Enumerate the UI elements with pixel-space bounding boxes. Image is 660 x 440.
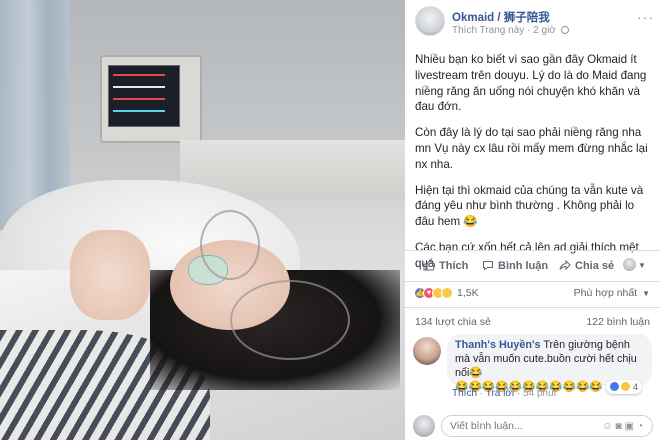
comment-bubble-icon — [483, 261, 493, 271]
emoji-icon[interactable]: ☺ — [602, 421, 615, 432]
comment-reactions[interactable]: 4 — [605, 380, 642, 394]
comment-reaction-count: 4 — [632, 382, 638, 392]
page-avatar[interactable] — [415, 6, 445, 36]
commenter-avatar[interactable] — [413, 337, 441, 365]
reaction-count[interactable]: 1,5K — [457, 287, 479, 299]
divider — [405, 307, 660, 308]
photo-monitor-screen — [108, 65, 180, 127]
monitor-trace — [113, 74, 165, 76]
globe-icon — [560, 26, 569, 34]
comment-count[interactable]: 122 bình luận — [586, 316, 650, 328]
post-photo[interactable] — [0, 0, 405, 440]
post-panel: Okmaid / 狮子陪我 Thích Trang này · 2 giờ ··… — [405, 0, 660, 440]
photo-hand — [70, 230, 150, 320]
reactions-summary[interactable]: 👍 ♥ 1,5K Phù hợp nhất ▼ — [405, 285, 660, 305]
comment-time[interactable]: 54 phút — [523, 388, 556, 399]
post-as-selector[interactable]: ▼ — [623, 258, 646, 271]
chevron-down-icon: ▼ — [638, 261, 646, 270]
share-button[interactable]: Chia sẻ — [559, 259, 614, 272]
more-options-icon[interactable]: ··· — [637, 9, 654, 25]
comment-author[interactable]: Thanh's Huyền's — [455, 339, 541, 351]
post-time[interactable]: 2 giờ — [533, 25, 556, 36]
like-button-label: Thích — [439, 260, 469, 272]
sort-comments-dropdown[interactable]: Phù hợp nhất ▼ — [574, 287, 650, 299]
share-count[interactable]: 134 lượt chia sẻ — [415, 316, 491, 328]
comment-item: Thanh's Huyền's Trên giường bệnh mà vẫn … — [405, 334, 660, 404]
comment-reply-link[interactable]: Trả lời — [486, 388, 514, 399]
post-body: Nhiều bạn ko biết vì sao gần đây Okmaid … — [415, 52, 653, 282]
haha-reaction-icon — [621, 382, 631, 391]
sort-label: Phù hợp nhất — [573, 287, 638, 299]
comment-bubble: Thanh's Huyền's Trên giường bệnh mà vẫn … — [447, 334, 652, 393]
share-arrow-icon — [559, 259, 571, 271]
photo-tube — [200, 210, 260, 280]
comment-button[interactable]: Bình luận — [482, 259, 548, 272]
composer-tools: ☺◙▣◔ — [602, 421, 646, 432]
wow-reaction-icon — [441, 287, 453, 299]
monitor-trace — [113, 110, 165, 112]
like-button[interactable]: Thích — [423, 259, 468, 272]
gif-icon[interactable]: ▣ — [625, 421, 637, 432]
monitor-trace — [113, 86, 165, 88]
comment-composer: ☺◙▣◔ — [405, 412, 660, 440]
chevron-down-icon: ▼ — [642, 289, 650, 298]
post-actions: Thích Bình luận Chia sẻ ▼ — [405, 254, 660, 278]
camera-icon[interactable]: ◙ — [615, 421, 624, 432]
post-paragraph: Còn đây là lý do tại sao phải niềng răng… — [415, 126, 648, 171]
share-button-label: Chia sẻ — [575, 260, 615, 272]
like-page-link[interactable]: Thích Trang này — [452, 25, 524, 36]
viewer-avatar — [623, 258, 636, 271]
monitor-trace — [113, 98, 165, 100]
divider — [405, 281, 660, 282]
post-meta: Thích Trang này · 2 giờ — [452, 25, 569, 36]
divider — [405, 250, 660, 251]
meta-separator: · — [527, 25, 531, 36]
photo-tube — [230, 280, 350, 360]
post-header: Okmaid / 狮子陪我 Thích Trang này · 2 giờ ··… — [405, 0, 660, 38]
post-paragraph: Nhiều bạn ko biết vì sao gần đây Okmaid … — [415, 53, 647, 114]
post-paragraph: Hiện tại thì okmaid của chúng ta vẫn kut… — [415, 183, 644, 229]
comment-actions: Thích · Trả lời · 54 phút — [452, 388, 557, 399]
page-name[interactable]: Okmaid / 狮子陪我 — [452, 9, 550, 25]
viewer-avatar — [413, 415, 435, 437]
comment-like-link[interactable]: Thích — [452, 388, 477, 399]
like-reaction-icon — [609, 382, 619, 391]
thumbs-up-icon — [423, 259, 435, 271]
sticker-icon[interactable]: ◔ — [637, 421, 646, 432]
comment-button-label: Bình luận — [498, 260, 549, 272]
